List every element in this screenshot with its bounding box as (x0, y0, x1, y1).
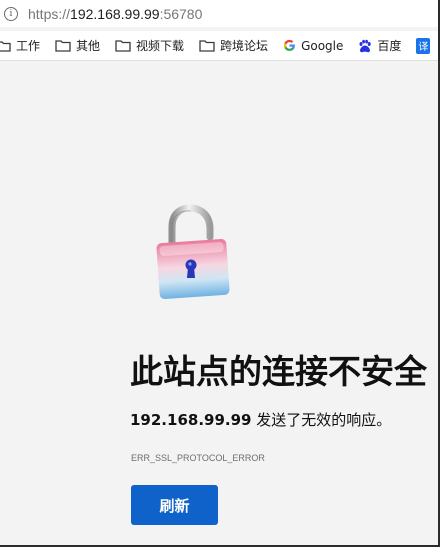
browser-window: i https://192.168.99.99:56780 工作 其他 视频下载 (0, 0, 440, 547)
reload-button[interactable]: 刷新 (131, 485, 218, 525)
bookmarks-bar: 工作 其他 视频下载 跨境论坛 Google 百度 译 (0, 31, 440, 61)
bookmark-cross-border-forum[interactable]: 跨境论坛 (199, 37, 268, 54)
url-text[interactable]: https://192.168.99.99:56780 (28, 6, 202, 22)
page-title: 此站点的连接不安全 (130, 352, 427, 391)
folder-icon (199, 39, 215, 52)
baidu-icon (358, 39, 372, 53)
url-port: :56780 (159, 5, 203, 22)
info-icon[interactable]: i (4, 6, 18, 21)
google-icon (283, 39, 296, 52)
bookmark-baidu[interactable]: 百度 (358, 37, 401, 54)
bookmark-work[interactable]: 工作 (0, 37, 40, 54)
error-description: 192.168.99.99 发送了无效的响应。 (130, 409, 391, 430)
error-description-text: 发送了无效的响应。 (251, 411, 392, 429)
bookmark-translate[interactable]: 译 (416, 37, 431, 54)
folder-icon (55, 39, 71, 52)
open-padlock-icon (156, 203, 232, 307)
bookmark-label: 工作 (16, 39, 41, 53)
bookmark-label: 百度 (377, 39, 402, 53)
bookmark-label: 跨境论坛 (220, 39, 269, 53)
folder-icon (0, 40, 11, 52)
error-code: ERR_SSL_PROTOCOL_ERROR (131, 453, 265, 463)
error-page: 此站点的连接不安全 192.168.99.99 发送了无效的响应。 ERR_SS… (0, 61, 440, 547)
folder-icon (115, 39, 131, 52)
address-bar[interactable]: i https://192.168.99.99:56780 (0, 0, 440, 27)
bookmark-label: 视频下载 (136, 39, 185, 53)
bookmark-video-download[interactable]: 视频下载 (115, 37, 184, 54)
bookmark-google[interactable]: Google (283, 39, 343, 53)
error-host: 192.168.99.99 (130, 411, 252, 429)
bookmark-label: 其他 (76, 39, 101, 53)
bookmark-other[interactable]: 其他 (55, 37, 100, 54)
bookmark-label: Google (301, 38, 344, 53)
url-host: 192.168.99.99 (70, 5, 160, 22)
translate-icon: 译 (416, 37, 431, 54)
url-scheme: https:// (28, 5, 71, 22)
